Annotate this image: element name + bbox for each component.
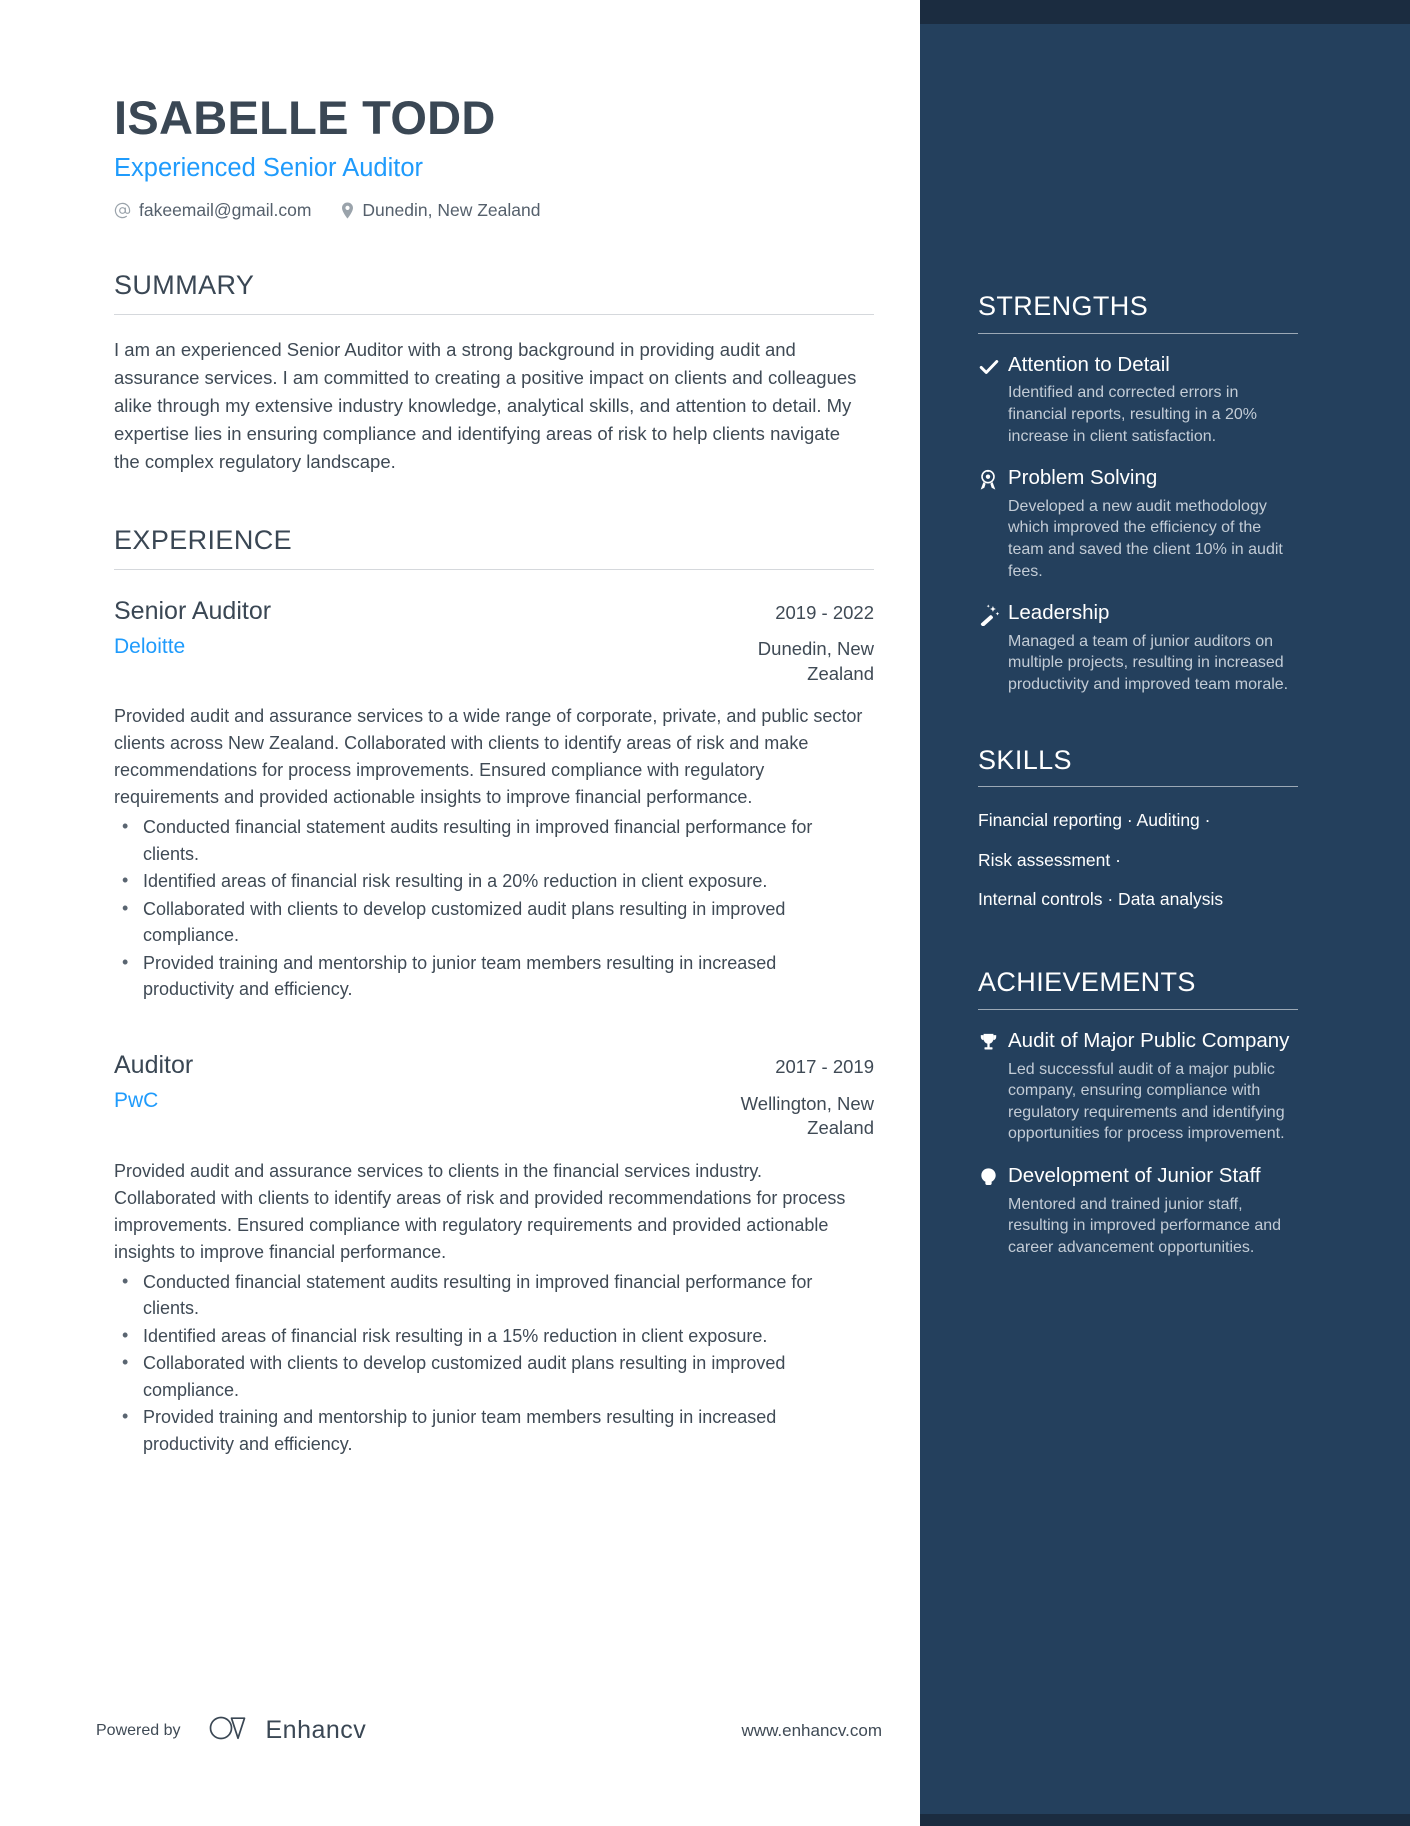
experience-job-title: Auditor bbox=[114, 1051, 194, 1080]
enhancv-mark-icon bbox=[209, 1714, 255, 1747]
summary-divider bbox=[114, 313, 874, 315]
experience-item: Senior Auditor Deloitte 2019 - 2022 Dune… bbox=[114, 596, 874, 1003]
experience-job-title: Senior Auditor bbox=[114, 596, 272, 625]
list-item: Collaborated with clients to develop cus… bbox=[114, 895, 866, 949]
footer-url[interactable]: www.enhancv.com bbox=[742, 1721, 882, 1741]
skills-section: SKILLS Financial reporting · Auditing · … bbox=[978, 744, 1298, 911]
enhancv-wordmark: Enhancv bbox=[265, 1716, 367, 1744]
achievement-item: Audit of Major Public Company Led succes… bbox=[978, 1028, 1298, 1145]
achievement-item: Development of Junior Staff Mentored and… bbox=[978, 1163, 1298, 1258]
achievements-divider bbox=[978, 1009, 1298, 1011]
enhancv-logo[interactable]: Enhancv bbox=[209, 1714, 367, 1747]
sidebar: STRENGTHS Attention to Detail Identified… bbox=[920, 0, 1410, 1826]
strength-title: Problem Solving bbox=[1008, 466, 1158, 490]
achievement-description: Mentored and trained junior staff, resul… bbox=[1008, 1195, 1282, 1256]
email-text: fakeemail@gmail.com bbox=[139, 199, 312, 220]
map-pin-icon bbox=[341, 202, 354, 219]
list-item: Conducted financial statement audits res… bbox=[114, 1268, 866, 1322]
achievement-description: Led successful audit of a major public c… bbox=[1008, 1060, 1285, 1143]
summary-text: I am an experienced Senior Auditor with … bbox=[114, 338, 857, 473]
experience-location: Dunedin, New Zealand bbox=[757, 638, 874, 684]
achievement-title: Audit of Major Public Company bbox=[1008, 1029, 1290, 1053]
experience-description: Provided audit and assurance services to… bbox=[114, 1160, 846, 1262]
strength-item: Attention to Detail Identified and corre… bbox=[978, 352, 1298, 447]
magic-wand-icon bbox=[978, 600, 1008, 695]
experience-dates: 2019 - 2022 bbox=[775, 601, 874, 623]
sidebar-content: STRENGTHS Attention to Detail Identified… bbox=[978, 0, 1298, 1258]
strength-item: Problem Solving Developed a new audit me… bbox=[978, 465, 1298, 582]
contact-row: fakeemail@gmail.com Dunedin, New Zealand bbox=[114, 200, 874, 221]
list-item: Provided training and mentorship to juni… bbox=[114, 1403, 866, 1457]
experience-dates: 2017 - 2019 bbox=[775, 1056, 874, 1078]
strength-description: Managed a team of junior auditors on mul… bbox=[1008, 632, 1289, 693]
experience-company[interactable]: Deloitte bbox=[114, 634, 584, 659]
experience-divider bbox=[114, 568, 874, 570]
skill-line: Financial reporting · Auditing · bbox=[978, 810, 1211, 831]
strength-item: Leadership Managed a team of junior audi… bbox=[978, 600, 1298, 695]
lightbulb-icon bbox=[978, 1163, 1008, 1258]
experience-bullets: Conducted financial statement audits res… bbox=[114, 1268, 866, 1457]
skills-divider bbox=[978, 786, 1298, 788]
list-item: Identified areas of financial risk resul… bbox=[114, 1322, 866, 1349]
skills-list: Financial reporting · Auditing · Risk as… bbox=[978, 805, 1298, 910]
strengths-section: STRENGTHS Attention to Detail Identified… bbox=[978, 291, 1298, 696]
experience-section: EXPERIENCE Senior Auditor Deloitte 2019 … bbox=[114, 525, 874, 1457]
strengths-heading: STRENGTHS bbox=[978, 291, 1149, 321]
page-title: ISABELLE TODD bbox=[114, 91, 496, 144]
experience-location: Wellington, New Zealand bbox=[740, 1092, 874, 1139]
achievements-section: ACHIEVEMENTS Audit of Major Public Compa… bbox=[978, 968, 1298, 1258]
summary-heading: SUMMARY bbox=[114, 269, 255, 300]
achievement-title: Development of Junior Staff bbox=[1008, 1164, 1261, 1188]
trophy-icon bbox=[978, 1028, 1008, 1145]
experience-bullets: Conducted financial statement audits res… bbox=[114, 813, 866, 1003]
footer: Powered by Enhancv www.enhancv.com bbox=[96, 1714, 882, 1747]
strength-title: Leadership bbox=[1008, 601, 1110, 625]
experience-company[interactable]: PwC bbox=[114, 1088, 584, 1113]
contact-email[interactable]: fakeemail@gmail.com bbox=[114, 200, 311, 221]
skill-line: Risk assessment · bbox=[978, 849, 1121, 870]
location-text: Dunedin, New Zealand bbox=[362, 199, 541, 220]
resume-page: STRENGTHS Attention to Detail Identified… bbox=[0, 0, 1410, 1826]
strength-description: Identified and corrected errors in finan… bbox=[1008, 384, 1258, 445]
experience-description: Provided audit and assurance services to… bbox=[114, 706, 863, 808]
list-item: Conducted financial statement audits res… bbox=[114, 813, 866, 867]
strengths-divider bbox=[978, 332, 1298, 334]
list-item: Identified areas of financial risk resul… bbox=[114, 867, 866, 894]
achievements-heading: ACHIEVEMENTS bbox=[978, 967, 1196, 998]
experience-item: Auditor PwC 2017 - 2019 Wellington, New … bbox=[114, 1050, 874, 1457]
contact-location: Dunedin, New Zealand bbox=[341, 200, 540, 221]
strength-title: Attention to Detail bbox=[1008, 352, 1170, 376]
skills-heading: SKILLS bbox=[978, 744, 1072, 775]
main-column: ISABELLE TODD Experienced Senior Auditor… bbox=[114, 0, 874, 1458]
sidebar-bottom-bar bbox=[920, 1814, 1410, 1826]
list-item: Collaborated with clients to develop cus… bbox=[114, 1349, 866, 1403]
check-icon bbox=[978, 352, 1008, 447]
job-title-subtitle: Experienced Senior Auditor bbox=[114, 154, 424, 183]
strength-description: Developed a new audit methodology which … bbox=[1008, 497, 1283, 580]
at-sign-icon bbox=[114, 202, 131, 219]
experience-heading: EXPERIENCE bbox=[114, 525, 293, 556]
skill-line: Internal controls · Data analysis bbox=[978, 888, 1224, 909]
summary-section: SUMMARY I am an experienced Senior Audit… bbox=[114, 269, 874, 476]
powered-by-label: Powered by bbox=[96, 1721, 181, 1739]
award-icon bbox=[978, 465, 1008, 582]
list-item: Provided training and mentorship to juni… bbox=[114, 949, 866, 1003]
